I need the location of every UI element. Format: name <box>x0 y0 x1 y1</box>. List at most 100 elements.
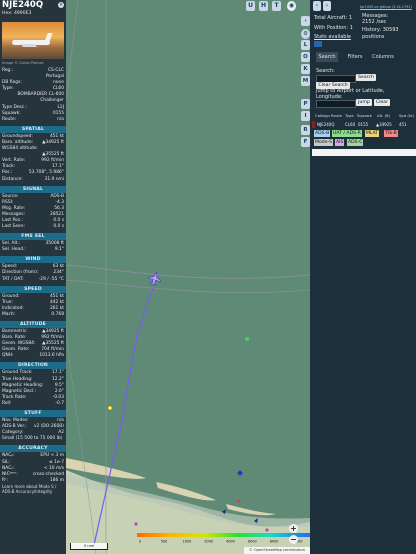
scale-bar: 5 nmi <box>70 543 108 550</box>
side-button-m[interactable]: M <box>301 76 310 86</box>
col-squawk[interactable]: Squawk <box>357 113 372 118</box>
history-label: History: <box>362 27 382 33</box>
side-button-i[interactable]: I <box>301 111 310 121</box>
info-value: 1013.6 hPa <box>39 353 64 359</box>
marker-yellow <box>106 404 114 412</box>
section-spatial: SPATIAL <box>0 125 66 133</box>
side-button-p[interactable]: P <box>301 99 310 109</box>
jump-button[interactable]: Jump <box>356 99 372 106</box>
info-label: Reg.: <box>2 68 14 73</box>
info-rows: Reg.: CS-CLC Portugal DB flags: none Type: CL6… <box>0 68 66 123</box>
expand-right-icon[interactable]: › <box>323 1 331 11</box>
legend-ticks: 0500100020004000600080001000020000300004… <box>139 540 302 544</box>
info-row: Route: n/a <box>0 117 66 123</box>
marker-green <box>245 337 249 341</box>
selected-aircraft-panel: NJE240Q Hex: 4990E3 × Image © Guido Plei… <box>0 0 66 554</box>
row-flag <box>312 121 315 128</box>
layers-icon[interactable]: ◉ <box>287 1 296 11</box>
side-button-o[interactable]: O <box>301 52 310 62</box>
table-row[interactable]: NJE240Q CL60 0155 ▲34925 451 <box>312 121 416 128</box>
marker-red <box>237 499 241 503</box>
source-chip[interactable]: Mode-S <box>314 139 334 146</box>
selected-callsign: NJE240Q <box>2 0 44 10</box>
tab-columns[interactable]: Columns <box>370 52 396 62</box>
source-chip[interactable]: MLAT <box>365 130 380 137</box>
tab-filters[interactable]: Filters <box>344 52 366 62</box>
zoom-in-button[interactable]: + <box>289 524 298 533</box>
source-chip[interactable]: UAT / ADS-R <box>332 130 362 137</box>
stats-available-link[interactable]: Stats available <box>314 34 351 41</box>
info-value: 31.9 nmi <box>44 176 64 182</box>
close-icon[interactable]: × <box>58 2 64 8</box>
tab-search[interactable]: Search <box>316 52 338 62</box>
info-label: Last Seen: <box>2 224 25 230</box>
stats-color-swatch <box>314 41 322 47</box>
info-row: Sel. Head.: 9.1° <box>0 247 66 253</box>
jump-input[interactable] <box>316 100 356 108</box>
info-label: WGS84 altitude: <box>2 146 38 152</box>
wadden-island-3 <box>226 504 276 516</box>
marker-purple <box>134 522 138 526</box>
source-chip[interactable]: ADS-B <box>314 130 331 137</box>
col-spd[interactable]: Spd (kt) <box>399 113 414 118</box>
col-callsign[interactable]: Callsign <box>315 113 330 118</box>
info-value: n/a <box>57 116 64 122</box>
row-squawk: 0155 <box>358 122 369 127</box>
selected-hex: Hex: 4990E3 <box>2 11 64 17</box>
row-alt: ▲34925 <box>376 122 392 127</box>
table-scroll-area[interactable] <box>312 149 416 156</box>
legend-bar <box>137 533 310 537</box>
info-label: Small (15 500 to 75 000 lb) <box>2 436 63 442</box>
legend-tick-label: 500 <box>161 540 167 544</box>
section-direction: DIRECTION <box>0 362 66 370</box>
marker-magenta <box>265 528 269 532</box>
accuracy-note-link[interactable]: Learn more about Mode S / ADS-B Accuracy… <box>0 484 66 494</box>
info-value: -0.7 <box>55 400 64 406</box>
map-button-h[interactable]: H <box>259 1 268 11</box>
source-chip[interactable]: AIS <box>335 139 345 146</box>
info-label: QNH: <box>2 353 14 359</box>
info-label: Sel. Head.: <box>2 247 26 253</box>
expand-left-icon[interactable]: ‹ <box>313 1 321 11</box>
map-canvas[interactable] <box>66 0 310 554</box>
map-view[interactable]: U H T ◉ 05001000200040006000800010000200… <box>66 0 310 554</box>
row-spd: 451 <box>399 122 407 127</box>
info-row: Roll: -0.7 <box>0 401 66 407</box>
info-value: 186 m <box>49 477 64 483</box>
source-chip[interactable]: ADS-C <box>347 139 364 146</box>
version-link[interactable]: tar1090 on github (3.14.1791) <box>360 5 412 9</box>
map-button-t[interactable]: T <box>272 1 281 11</box>
section-stuff: STUFF <box>0 410 66 418</box>
col-route[interactable]: Route <box>331 113 342 118</box>
source-chip[interactable]: TIS-B <box>384 130 398 137</box>
info-row: TAT / OAT: -29 / -55 °C <box>0 277 66 283</box>
info-label: Type: <box>2 86 14 92</box>
airspace-boundary <box>66 264 310 279</box>
row-type: CL60 <box>345 122 356 127</box>
legend-tick-label: 4000 <box>226 540 235 544</box>
settings-icon[interactable]: ⚙ <box>301 29 310 39</box>
col-type[interactable]: Type <box>345 113 354 118</box>
info-label: Rᶜ: <box>2 477 9 483</box>
collapse-arrow-icon[interactable]: ‹ <box>301 16 310 26</box>
info-row: Small (15 500 to 75 000 lb) <box>0 436 66 442</box>
search-button[interactable]: Search <box>356 74 376 81</box>
side-button-r[interactable]: R <box>301 125 310 135</box>
col-alt[interactable]: Alt. (ft) <box>377 113 390 118</box>
info-value: -29 / -55 °C <box>38 276 64 282</box>
map-attribution[interactable]: © OpenStreetMap contributors <box>244 547 310 554</box>
zoom-out-button[interactable]: − <box>289 535 298 544</box>
hex-value: 4990E3 <box>13 11 32 16</box>
side-button-l[interactable]: L <box>301 40 310 50</box>
info-row: Last Seen: 0.0 s <box>0 224 66 230</box>
side-button-f[interactable]: F <box>301 137 310 147</box>
selected-aircraft-icon[interactable] <box>147 271 162 287</box>
map-button-u[interactable]: U <box>246 1 255 11</box>
clear-button[interactable]: Clear <box>374 99 390 106</box>
info-value: ▲34925 ft <box>42 139 64 145</box>
side-button-k[interactable]: K <box>301 64 310 74</box>
panel-tabs: Search Filters Columns <box>314 52 416 62</box>
photo-wing <box>21 44 37 47</box>
aircraft-photo[interactable] <box>2 22 64 59</box>
section-accuracy: ACCURACY <box>0 445 66 453</box>
